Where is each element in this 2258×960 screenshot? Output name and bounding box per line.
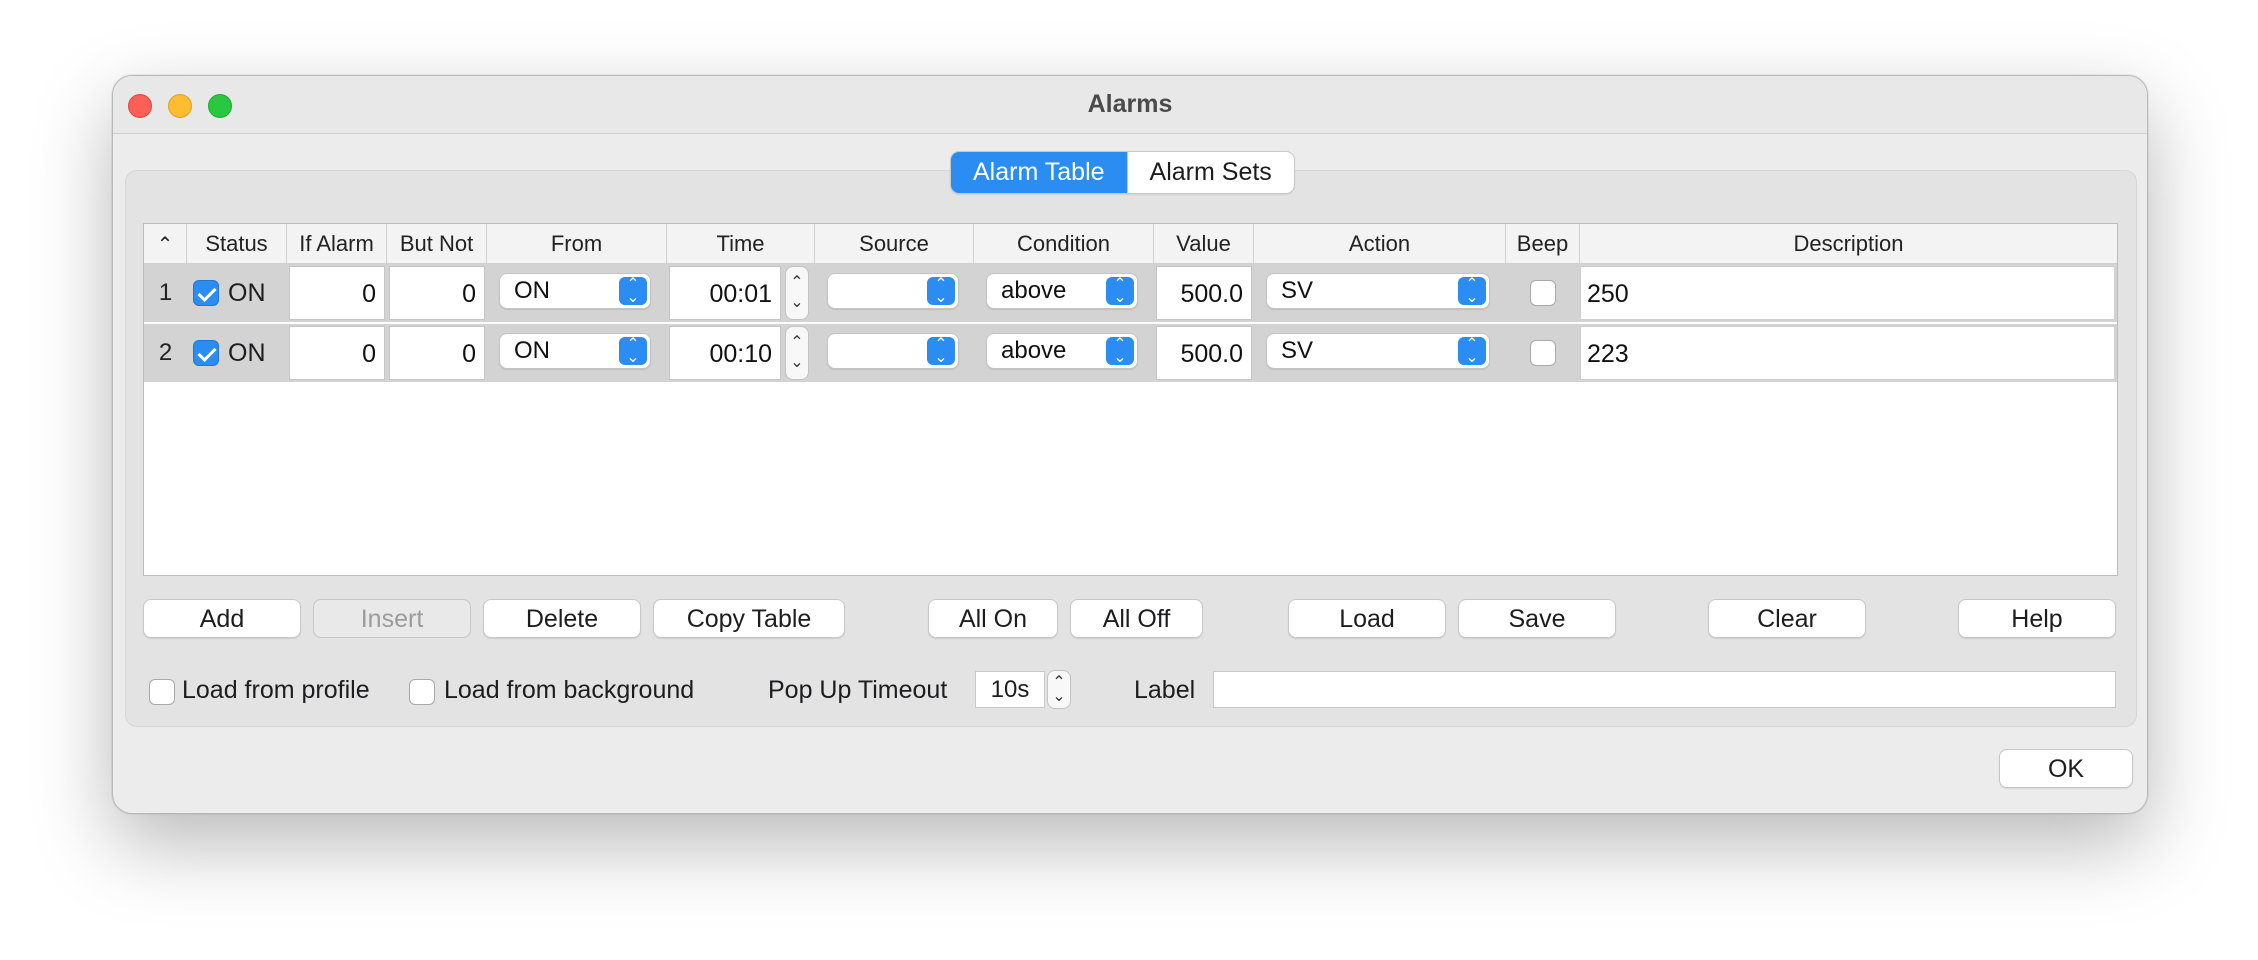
chevron-up-icon: ⌃	[156, 234, 174, 256]
alarm-table: ⌃ Status If Alarm But Not From Time Sour…	[143, 223, 2118, 576]
column-header-condition[interactable]: Condition	[974, 224, 1154, 263]
stepper-down-icon: ⌄	[1052, 687, 1066, 705]
column-header-source[interactable]: Source	[815, 224, 974, 263]
from-select-value: ON	[514, 277, 550, 304]
but-not-field[interactable]: 0	[389, 266, 485, 320]
status-checkbox[interactable]	[193, 280, 219, 306]
stepper-down-icon: ⌄	[790, 294, 804, 311]
stepper-down-icon: ⌄	[790, 354, 804, 371]
label-label: Label	[1134, 676, 1196, 704]
column-header-time[interactable]: Time	[667, 224, 815, 263]
time-stepper[interactable]: ⌃ ⌄	[785, 266, 809, 320]
load-from-profile-checkbox[interactable]	[149, 679, 175, 705]
sort-indicator-header[interactable]: ⌃	[144, 224, 187, 263]
all-on-button[interactable]: All On	[928, 599, 1058, 638]
column-header-status[interactable]: Status	[187, 224, 287, 263]
alarms-window: Alarms Alarm Table Alarm Sets ⌃ Status I…	[112, 75, 2148, 814]
chevron-updown-icon: ⌃ ⌄	[1106, 277, 1134, 306]
stepper-up-icon: ⌃	[790, 334, 804, 351]
condition-select-value: above	[1001, 277, 1067, 304]
value-field[interactable]: 500.0	[1156, 266, 1252, 320]
condition-select[interactable]: above ⌃ ⌄	[986, 273, 1138, 309]
load-button[interactable]: Load	[1288, 599, 1446, 638]
title-bar: Alarms	[113, 76, 2147, 134]
action-select-value: SV	[1281, 277, 1314, 304]
window-title: Alarms	[1087, 90, 1173, 118]
if-alarm-field[interactable]: 0	[289, 266, 385, 320]
popup-timeout-field[interactable]: 10s	[975, 671, 1045, 708]
tab-alarm-table[interactable]: Alarm Table	[951, 152, 1127, 193]
from-select-value: ON	[514, 337, 550, 364]
stepper-up-icon: ⌃	[790, 274, 804, 291]
popup-timeout-stepper[interactable]: ⌃ ⌄	[1047, 670, 1071, 709]
time-field[interactable]: 00:01	[669, 266, 781, 320]
copy-table-button[interactable]: Copy Table	[653, 599, 845, 638]
column-header-but-not[interactable]: But Not	[387, 224, 487, 263]
load-from-background-label: Load from background	[444, 676, 695, 704]
action-select-value: SV	[1281, 337, 1314, 364]
load-from-profile-label: Load from profile	[182, 676, 370, 704]
clear-button[interactable]: Clear	[1708, 599, 1866, 638]
from-select[interactable]: ON ⌃ ⌄	[499, 273, 651, 309]
action-select[interactable]: SV ⌃ ⌄	[1266, 333, 1490, 369]
chevron-updown-icon: ⌃ ⌄	[1106, 337, 1134, 366]
load-from-background-checkbox[interactable]	[409, 679, 435, 705]
time-field[interactable]: 00:10	[669, 326, 781, 380]
chevron-updown-icon: ⌃ ⌄	[1458, 277, 1486, 306]
status-label: ON	[228, 279, 266, 307]
chevron-updown-icon: ⌃ ⌄	[1458, 337, 1486, 366]
add-button[interactable]: Add	[143, 599, 301, 638]
from-select[interactable]: ON ⌃ ⌄	[499, 333, 651, 369]
status-label: ON	[228, 339, 266, 367]
but-not-field[interactable]: 0	[389, 326, 485, 380]
status-cell: ON	[187, 264, 287, 322]
table-header: ⌃ Status If Alarm But Not From Time Sour…	[144, 224, 2117, 264]
beep-checkbox[interactable]	[1530, 280, 1556, 306]
chevron-updown-icon: ⌃ ⌄	[619, 337, 647, 366]
time-stepper[interactable]: ⌃ ⌄	[785, 326, 809, 380]
chevron-updown-icon: ⌃ ⌄	[927, 277, 955, 306]
status-checkbox[interactable]	[193, 340, 219, 366]
condition-select-value: above	[1001, 337, 1067, 364]
column-header-action[interactable]: Action	[1254, 224, 1506, 263]
description-field[interactable]: 250	[1580, 266, 2115, 320]
row-number: 1	[158, 279, 173, 306]
description-field[interactable]: 223	[1580, 326, 2115, 380]
value-field[interactable]: 500.0	[1156, 326, 1252, 380]
label-field[interactable]	[1213, 671, 2116, 708]
chevron-updown-icon: ⌃ ⌄	[619, 277, 647, 306]
ok-button[interactable]: OK	[1999, 749, 2133, 788]
help-button[interactable]: Help	[1958, 599, 2116, 638]
if-alarm-field[interactable]: 0	[289, 326, 385, 380]
row-number: 2	[158, 339, 173, 366]
source-select[interactable]: ⌃ ⌄	[827, 333, 959, 369]
all-off-button[interactable]: All Off	[1070, 599, 1203, 638]
tab-alarm-sets[interactable]: Alarm Sets	[1126, 152, 1294, 193]
source-select[interactable]: ⌃ ⌄	[827, 273, 959, 309]
condition-select[interactable]: above ⌃ ⌄	[986, 333, 1138, 369]
column-header-value[interactable]: Value	[1154, 224, 1254, 263]
beep-checkbox[interactable]	[1530, 340, 1556, 366]
column-header-beep[interactable]: Beep	[1506, 224, 1580, 263]
popup-timeout-label: Pop Up Timeout	[768, 676, 948, 704]
delete-button[interactable]: Delete	[483, 599, 641, 638]
table-row[interactable]: 1 ON 0 0 ON ⌃ ⌄ 00:01 ⌃ ⌄ ⌃ ⌄ above ⌃ ⌄ 500.…	[144, 264, 2117, 324]
tab-bar: Alarm Table Alarm Sets	[950, 151, 1295, 194]
column-header-if-alarm[interactable]: If Alarm	[287, 224, 387, 263]
save-button[interactable]: Save	[1458, 599, 1616, 638]
column-header-from[interactable]: From	[487, 224, 667, 263]
chevron-updown-icon: ⌃ ⌄	[927, 337, 955, 366]
table-row[interactable]: 2 ON 0 0 ON ⌃ ⌄ 00:10 ⌃ ⌄ ⌃ ⌄ above ⌃ ⌄ 500.…	[144, 324, 2117, 384]
status-cell: ON	[187, 324, 287, 382]
column-header-description[interactable]: Description	[1580, 224, 2117, 263]
insert-button[interactable]: Insert	[313, 599, 471, 638]
action-select[interactable]: SV ⌃ ⌄	[1266, 273, 1490, 309]
